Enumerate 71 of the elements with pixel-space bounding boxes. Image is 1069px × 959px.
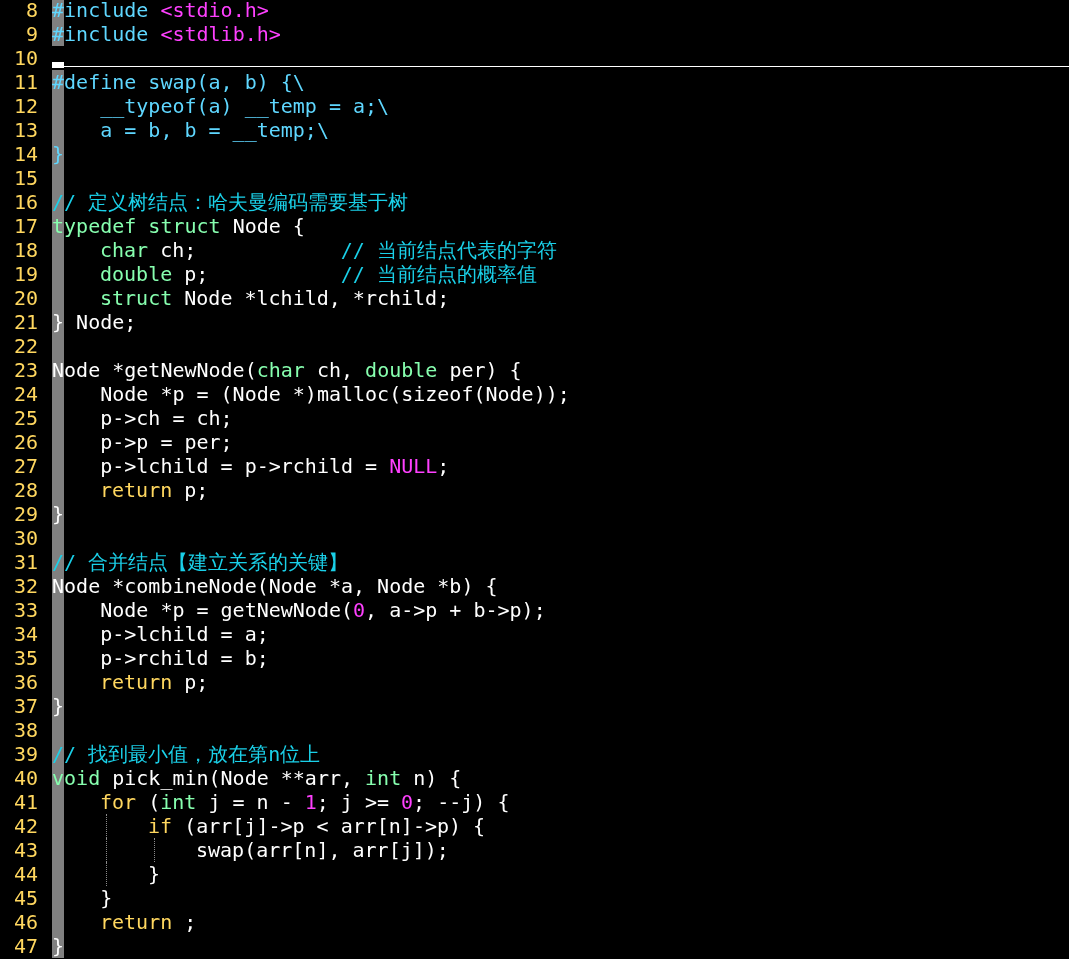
line-number: 8 [24, 0, 39, 22]
code-line: char ch; // 当前结点代表的字符 [52, 238, 557, 262]
line-number: 18 [12, 238, 39, 262]
line-number: 40 [12, 766, 39, 790]
line-number: 38 [12, 718, 39, 742]
line-number: 16 [12, 190, 39, 214]
line-number: 19 [12, 262, 39, 286]
line-number: 36 [12, 670, 39, 694]
code-line: } [52, 886, 113, 910]
code-line: #include <stdio.h> [52, 0, 269, 22]
line-number: 26 [12, 430, 39, 454]
line-number: 14 [12, 142, 39, 166]
line-number: 45 [12, 886, 39, 910]
code-line: swap(arr[n], arr[j]); [52, 838, 449, 862]
line-number: 24 [12, 382, 39, 406]
code-line: p->lchild = a; [52, 622, 269, 646]
code-line: Node *combineNode(Node *a, Node *b) { [52, 574, 498, 598]
code-line: typedef struct Node { [52, 214, 305, 238]
code-line: Node *p = getNewNode(0, a->p + b->p); [52, 598, 546, 622]
code-line: Node *p = (Node *)malloc(sizeof(Node)); [52, 382, 570, 406]
code-line: for (int j = n - 1; j >= 0; --j) { [52, 790, 510, 814]
line-number: 34 [12, 622, 39, 646]
line-number: 29 [12, 502, 39, 526]
code-line: return p; [52, 670, 209, 694]
line-number: 11 [12, 70, 39, 94]
line-number: 10 [12, 46, 39, 70]
line-number: 9 [24, 22, 39, 46]
code-line: void pick_min(Node **arr, int n) { [52, 766, 462, 790]
code-line: #include <stdlib.h> [52, 22, 281, 46]
line-number: 30 [12, 526, 39, 550]
line-number: 25 [12, 406, 39, 430]
line-number: 20 [12, 286, 39, 310]
line-number: 22 [12, 334, 39, 358]
code-line: // 定义树结点：哈夫曼编码需要基于树 [52, 190, 409, 214]
line-number: 42 [12, 814, 39, 838]
code-line: // 合并结点【建立关系的关键】 [52, 550, 349, 574]
line-number: 43 [12, 838, 39, 862]
line-number: 46 [12, 910, 39, 934]
code-line: p->rchild = b; [52, 646, 269, 670]
line-number: 37 [12, 694, 39, 718]
line-number: 15 [12, 166, 39, 190]
line-number: 44 [12, 862, 39, 886]
code-line: p->lchild = p->rchild = NULL; [52, 454, 450, 478]
line-number: 13 [12, 118, 39, 142]
code-line: return p; [52, 478, 209, 502]
line-number: 28 [12, 478, 39, 502]
code-line: return ; [52, 910, 197, 934]
code-line: // 找到最小值，放在第n位上 [52, 742, 321, 766]
line-number: 31 [12, 550, 39, 574]
code-line: Node *getNewNode(char ch, double per) { [52, 358, 522, 382]
line-number: 23 [12, 358, 39, 382]
line-number: 33 [12, 598, 39, 622]
code-line: #define swap(a, b) {\ [52, 70, 305, 94]
line-number: 35 [12, 646, 39, 670]
code-line: } Node; [52, 310, 137, 334]
line-number: 32 [12, 574, 39, 598]
line-number: 39 [12, 742, 39, 766]
code-line: a = b, b = __temp;\ [52, 118, 329, 142]
code-line: p->ch = ch; [52, 406, 233, 430]
code-line: struct Node *lchild, *rchild; [52, 286, 450, 310]
code-line: if (arr[j]->p < arr[n]->p) { [52, 814, 486, 838]
code-line: __typeof(a) __temp = a;\ [52, 94, 390, 118]
line-number: 47 [12, 934, 39, 958]
line-number: 17 [12, 214, 39, 238]
code-line: double p; // 当前结点的概率值 [52, 262, 537, 286]
line-number: 41 [12, 790, 39, 814]
code-line: p->p = per; [52, 430, 233, 454]
code-line: } [52, 862, 161, 886]
line-number: 21 [12, 310, 39, 334]
line-number: 12 [12, 94, 39, 118]
line-number: 27 [12, 454, 39, 478]
